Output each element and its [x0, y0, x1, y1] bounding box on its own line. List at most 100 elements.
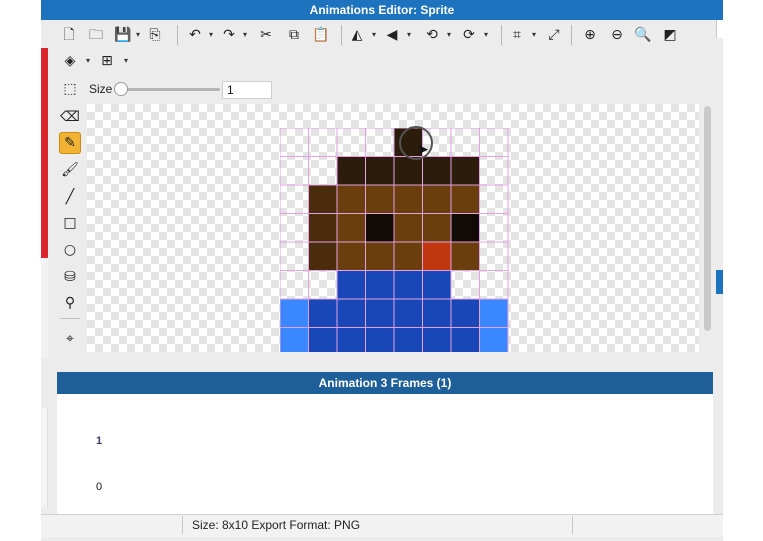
sprite-pixel[interactable]: [365, 213, 395, 243]
sprite-pixel[interactable]: [337, 185, 366, 214]
redo-icon[interactable]: ↷: [220, 26, 238, 44]
background-window-fragment: [41, 258, 48, 358]
sprite-pixel[interactable]: [365, 270, 395, 300]
rotate-right-dropdown-icon[interactable]: ▾: [482, 26, 490, 44]
save-dropdown-icon[interactable]: ▾: [134, 26, 142, 44]
sprite-pixel[interactable]: [394, 156, 423, 186]
sprite-pixel[interactable]: [280, 299, 309, 328]
sprite-pixel[interactable]: [451, 242, 480, 271]
crop-dropdown-icon[interactable]: ▾: [530, 26, 538, 44]
sprite-pixel[interactable]: [422, 299, 452, 328]
zoom-out-icon[interactable]: ⊖: [608, 26, 626, 44]
open-folder-icon[interactable]: 🗀: [87, 26, 105, 44]
resize-icon[interactable]: ⤢: [545, 26, 563, 44]
sprite-pixel[interactable]: [337, 213, 366, 243]
sprite-pixel[interactable]: [308, 213, 338, 243]
layers-dropdown-icon[interactable]: ▾: [84, 52, 92, 70]
sprite-pixel[interactable]: [394, 242, 423, 271]
sprite-pixel[interactable]: [451, 156, 480, 186]
redo-dropdown-icon[interactable]: ▾: [241, 26, 249, 44]
rotate-right-icon[interactable]: ⟳: [460, 26, 478, 44]
save-icon[interactable]: 💾: [114, 26, 132, 44]
sprite-pixel[interactable]: [280, 327, 309, 353]
zoom-in-icon[interactable]: ⊕: [581, 26, 599, 44]
sprite-pixel[interactable]: [451, 299, 480, 328]
size-label: Size: [89, 82, 113, 96]
brush-tool-icon[interactable]: 🖌: [59, 159, 81, 181]
sprite-pixel[interactable]: [337, 299, 366, 328]
paste-icon[interactable]: 📋: [312, 26, 330, 44]
sprite-pixel[interactable]: [365, 299, 395, 328]
animation-frames-panel[interactable]: [57, 394, 713, 514]
rectangle-tool-icon[interactable]: □: [59, 212, 81, 234]
flip-horizontal-icon[interactable]: ◭: [348, 26, 366, 44]
sprite-pixel[interactable]: [394, 327, 423, 353]
export-icon[interactable]: ⎘: [146, 26, 164, 44]
size-input[interactable]: 1: [222, 81, 272, 99]
sprite-pixel[interactable]: [337, 270, 366, 300]
sprite-pixel[interactable]: [422, 270, 452, 300]
sprite-pixel[interactable]: [394, 270, 423, 300]
toolbar-separator: [501, 25, 502, 45]
rotate-left-icon[interactable]: ⟲: [423, 26, 441, 44]
frame-index-label: 0: [96, 481, 103, 493]
background-toggle-icon[interactable]: ◩: [661, 26, 679, 44]
frame-marker[interactable]: 1: [96, 435, 102, 447]
sprite-pixel[interactable]: [365, 242, 395, 271]
sprite-pixel[interactable]: [394, 185, 423, 214]
undo-icon[interactable]: ↶: [186, 26, 204, 44]
sprite-pixel[interactable]: [308, 327, 338, 353]
sprite-pixel[interactable]: [394, 213, 423, 243]
zoom-fit-icon[interactable]: 🔍: [634, 26, 652, 44]
drawing-canvas[interactable]: ➤: [87, 104, 699, 352]
sprite-pixel[interactable]: [308, 299, 338, 328]
eyedropper-tool-icon[interactable]: ⚲: [59, 292, 81, 314]
sprite-pixel[interactable]: [337, 242, 366, 271]
fill-bucket-tool-icon[interactable]: ⛁: [59, 266, 81, 288]
eraser-tool-icon[interactable]: ⌫: [59, 106, 81, 128]
sprite-pixel[interactable]: [308, 242, 338, 271]
sprite-pixel[interactable]: [479, 299, 509, 328]
copy-icon[interactable]: ⧉: [285, 26, 303, 44]
pencil-tool-icon[interactable]: ✎: [59, 132, 81, 154]
hotspot-tool-icon[interactable]: ⌖: [59, 328, 81, 350]
sprite-pixel[interactable]: [479, 327, 509, 353]
canvas-vertical-scrollbar[interactable]: [704, 106, 711, 331]
line-tool-icon[interactable]: ╱: [59, 186, 81, 208]
sprite-pixel[interactable]: [308, 185, 338, 214]
grid-dropdown-icon[interactable]: ▾: [122, 52, 130, 70]
size-slider-handle[interactable]: [114, 82, 128, 96]
cut-icon[interactable]: ✂: [257, 26, 275, 44]
grid-icon[interactable]: ⊞: [98, 52, 116, 70]
selection-marquee-icon[interactable]: ⬚: [61, 80, 79, 98]
toolbar-separator: [177, 25, 178, 45]
new-file-icon[interactable]: 🗋: [60, 26, 78, 44]
sprite-pixel[interactable]: [337, 327, 366, 353]
sprite-pixel[interactable]: [365, 327, 395, 353]
sprite-pixel[interactable]: [337, 156, 366, 186]
sprite-pixel[interactable]: [422, 242, 452, 271]
sprite-pixel[interactable]: [422, 185, 452, 214]
layers-icon[interactable]: ◈: [61, 52, 79, 70]
animation-panel-header: Animation 3 Frames (1): [57, 372, 713, 394]
sprite-pixel[interactable]: [365, 156, 395, 186]
size-slider-track[interactable]: [118, 88, 220, 91]
flip-h-dropdown-icon[interactable]: ▾: [370, 26, 378, 44]
crop-icon[interactable]: ⌗: [508, 26, 526, 44]
flip-v-dropdown-icon[interactable]: ▾: [405, 26, 413, 44]
window-title: Animations Editor: Sprite: [41, 0, 723, 20]
undo-dropdown-icon[interactable]: ▾: [207, 26, 215, 44]
sprite-pixel[interactable]: [451, 185, 480, 214]
sprite-pixel[interactable]: [451, 327, 480, 353]
sprite-pixel[interactable]: [422, 213, 452, 243]
sprite-grid[interactable]: [280, 128, 509, 352]
sprite-pixel[interactable]: [422, 327, 452, 353]
sprite-pixel[interactable]: [394, 299, 423, 328]
ellipse-tool-icon[interactable]: ○: [59, 239, 81, 261]
flip-vertical-icon[interactable]: ◀: [383, 26, 401, 44]
rotate-left-dropdown-icon[interactable]: ▾: [445, 26, 453, 44]
status-bar: [41, 514, 723, 537]
sprite-pixel[interactable]: [365, 185, 395, 214]
sprite-pixel[interactable]: [422, 156, 452, 186]
sprite-pixel[interactable]: [451, 213, 480, 243]
